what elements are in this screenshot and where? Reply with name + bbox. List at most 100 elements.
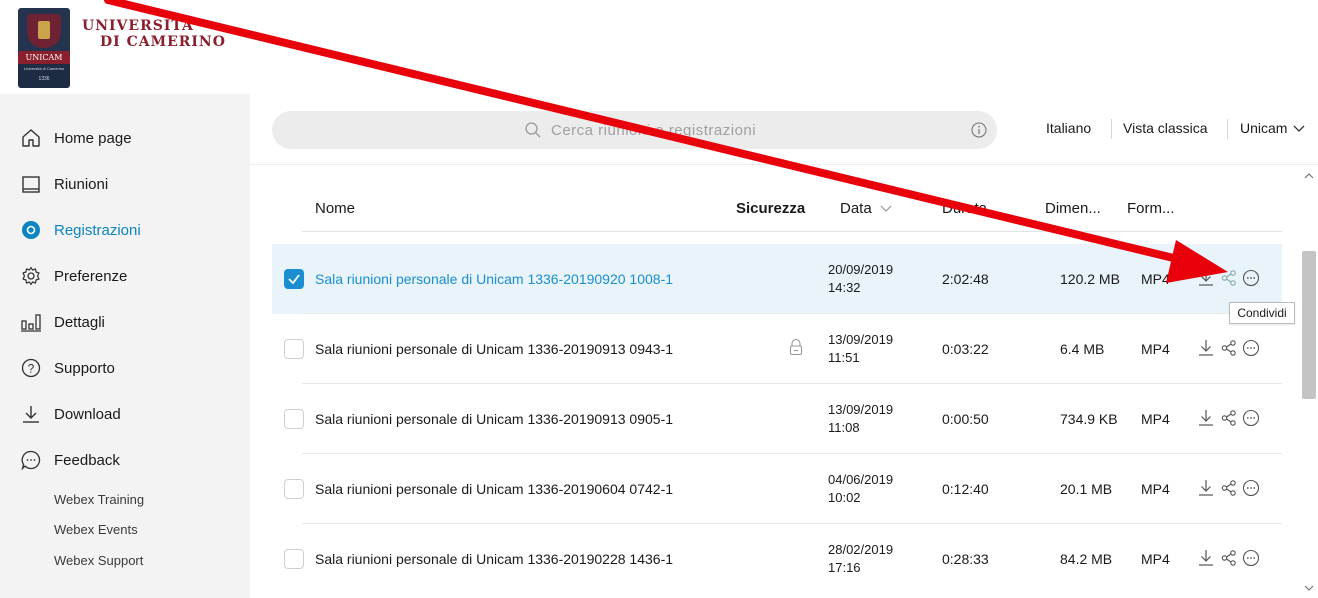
download-icon[interactable]: [1198, 409, 1214, 432]
sidebar-item-support[interactable]: ? Supporto: [0, 348, 250, 388]
crest-year: 1336: [38, 76, 50, 82]
calendar-icon: [20, 173, 42, 195]
time-value: 14:32: [828, 280, 861, 295]
recording-date: 13/09/2019 11:08: [828, 401, 893, 437]
recording-name-link[interactable]: Sala riunioni personale di Unicam 1336-2…: [315, 481, 673, 497]
language-selector[interactable]: Italiano: [1046, 120, 1091, 136]
recording-name-link[interactable]: Sala riunioni personale di Unicam 1336-2…: [315, 551, 673, 567]
column-header-format[interactable]: Form...: [1127, 200, 1175, 217]
more-options-icon[interactable]: [1242, 339, 1260, 362]
sidebar-item-feedback[interactable]: Feedback: [0, 440, 250, 480]
recording-date: 13/09/2019 11:51: [828, 331, 893, 367]
university-name-line1: UNIVERSITÀ: [82, 18, 194, 34]
table-row[interactable]: Sala riunioni personale di Unicam 1336-2…: [272, 524, 1282, 594]
lock-icon: [788, 338, 804, 361]
download-icon[interactable]: [1198, 269, 1214, 292]
topbar-divider: [250, 164, 1318, 165]
share-icon[interactable]: [1221, 409, 1237, 432]
more-options-icon[interactable]: [1242, 409, 1260, 432]
search-input[interactable]: [551, 119, 951, 141]
sidebar-item-meetings[interactable]: Riunioni: [0, 164, 250, 204]
share-icon[interactable]: [1221, 269, 1237, 292]
recording-duration: 2:02:48: [942, 271, 989, 287]
time-value: 11:51: [828, 350, 860, 365]
column-header-size[interactable]: Dimen...: [1045, 200, 1101, 217]
classic-view-link[interactable]: Vista classica: [1123, 120, 1208, 136]
sidebar-item-label: Registrazioni: [54, 221, 141, 239]
crest-band: UNICAM: [18, 51, 70, 64]
row-checkbox[interactable]: [284, 409, 304, 429]
recording-size: 734.9 KB: [1060, 411, 1118, 427]
recording-duration: 0:03:22: [942, 341, 989, 357]
table-row[interactable]: Sala riunioni personale di Unicam 1336-2…: [272, 384, 1282, 454]
column-header-name[interactable]: Nome: [315, 200, 355, 217]
sidebar-item-download[interactable]: Download: [0, 394, 250, 434]
divider: [1227, 119, 1228, 139]
sidebar-item-label: Home page: [54, 129, 132, 147]
column-header-security[interactable]: Sicurezza: [736, 200, 805, 217]
scroll-up-icon[interactable]: [1303, 172, 1315, 180]
recording-format: MP4: [1141, 481, 1170, 497]
sidebar-item-preferences[interactable]: Preferenze: [0, 256, 250, 296]
table-row[interactable]: Sala riunioni personale di Unicam 1336-2…: [272, 454, 1282, 524]
download-icon[interactable]: [1198, 339, 1214, 362]
table-row[interactable]: Sala riunioni personale di Unicam 1336-2…: [272, 314, 1282, 384]
sidebar-item-recordings[interactable]: Registrazioni: [0, 210, 250, 250]
recording-size: 120.2 MB: [1060, 271, 1120, 287]
more-options-icon[interactable]: [1242, 549, 1260, 572]
scroll-down-icon[interactable]: [1303, 584, 1315, 592]
row-checkbox[interactable]: [284, 549, 304, 569]
table-row[interactable]: Sala riunioni personale di Unicam 1336-2…: [272, 244, 1282, 314]
recording-name-link[interactable]: Sala riunioni personale di Unicam 1336-2…: [315, 271, 673, 287]
link-webex-events[interactable]: Webex Events: [54, 522, 138, 537]
info-icon[interactable]: [971, 122, 987, 143]
recording-duration: 0:12:40: [942, 481, 989, 497]
sidebar-item-label: Preferenze: [54, 267, 128, 285]
time-value: 17:16: [828, 560, 861, 575]
more-options-icon[interactable]: [1242, 269, 1260, 292]
recording-format: MP4: [1141, 551, 1170, 567]
chevron-down-icon: [1293, 125, 1305, 132]
recording-size: 20.1 MB: [1060, 481, 1113, 497]
bar-chart-icon: [20, 311, 42, 333]
more-options-icon[interactable]: [1242, 479, 1260, 502]
row-checkbox[interactable]: [284, 479, 304, 499]
sidebar-item-label: Feedback: [54, 451, 120, 469]
scrollbar[interactable]: [1300, 166, 1318, 598]
share-icon[interactable]: [1221, 339, 1237, 362]
search-icon: [524, 121, 542, 144]
recording-date: 04/06/2019 10:02: [828, 471, 893, 507]
column-header-date[interactable]: Data: [840, 200, 892, 217]
link-webex-training[interactable]: Webex Training: [54, 492, 144, 507]
link-webex-support[interactable]: Webex Support: [54, 553, 143, 568]
share-icon[interactable]: [1221, 479, 1237, 502]
download-icon: [20, 403, 42, 425]
share-icon[interactable]: [1221, 549, 1237, 572]
check-icon: [288, 274, 300, 285]
account-menu[interactable]: Unicam: [1240, 120, 1305, 136]
date-value: 04/06/2019: [828, 472, 894, 487]
download-icon[interactable]: [1198, 549, 1214, 572]
sidebar-item-home[interactable]: Home page: [0, 118, 250, 158]
sidebar-item-label: Supporto: [54, 359, 115, 377]
recording-duration: 0:00:50: [942, 411, 989, 427]
recording-name-link[interactable]: Sala riunioni personale di Unicam 1336-2…: [315, 411, 673, 427]
sidebar: Home page Riunioni Registrazioni Prefere…: [0, 94, 250, 598]
help-icon: ?: [20, 357, 42, 379]
recording-name-link[interactable]: Sala riunioni personale di Unicam 1336-2…: [315, 341, 673, 357]
gear-icon: [20, 265, 42, 287]
download-icon[interactable]: [1198, 479, 1214, 502]
university-crest-logo[interactable]: UNICAM Università di Camerino 1336: [18, 8, 70, 88]
scroll-thumb[interactable]: [1302, 251, 1316, 399]
recording-format: MP4: [1141, 341, 1170, 357]
row-checkbox[interactable]: [284, 269, 304, 289]
home-icon: [20, 127, 42, 149]
date-value: 28/02/2019: [828, 542, 894, 557]
sidebar-item-label: Riunioni: [54, 175, 109, 193]
recording-format: MP4: [1141, 411, 1170, 427]
sidebar-item-details[interactable]: Dettagli: [0, 302, 250, 342]
row-checkbox[interactable]: [284, 339, 304, 359]
column-header-duration[interactable]: Durata: [942, 200, 987, 217]
crest-shield: [27, 14, 61, 48]
header: UNICAM Università di Camerino 1336 UNIVE…: [0, 0, 1318, 94]
